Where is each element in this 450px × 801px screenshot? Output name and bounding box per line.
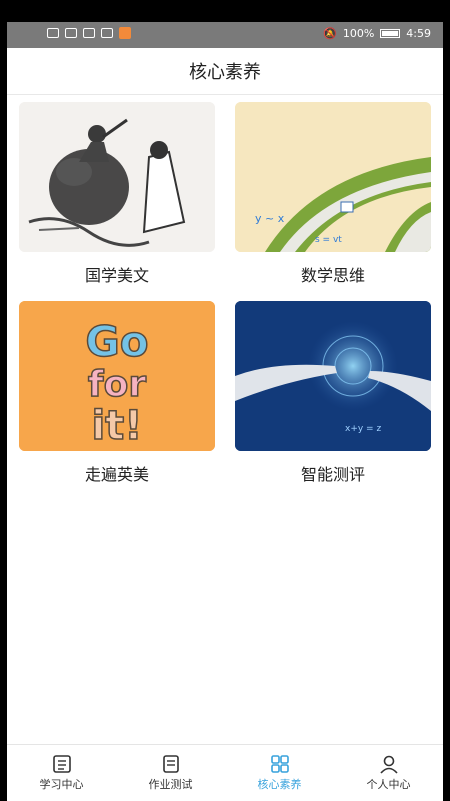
tab-core-literacy[interactable]: 核心素养 xyxy=(225,745,334,801)
clock: 4:59 xyxy=(406,27,431,40)
module-card-assessment[interactable]: x+y = z 智能测评 xyxy=(235,301,431,485)
module-label: 数学思维 xyxy=(300,266,365,285)
wifi-icon xyxy=(65,28,77,38)
battery-percent: 100% xyxy=(342,27,375,40)
ink-painting-image xyxy=(19,102,215,252)
svg-text:it!: it! xyxy=(91,403,142,449)
module-label: 智能测评 xyxy=(300,465,365,484)
page-header: 核心素养 xyxy=(7,48,443,95)
touching-hands-image: x+y = z xyxy=(235,301,431,451)
math-road-image: y ~ x s = vt xyxy=(235,102,431,252)
module-card-english[interactable]: Go for it! 走遍英美 xyxy=(19,301,215,485)
document-icon xyxy=(162,755,179,773)
mute-icon: 🔕 xyxy=(323,27,337,40)
svg-text:s = vt: s = vt xyxy=(315,235,342,245)
tab-label: 核心素养 xyxy=(257,778,302,791)
svg-text:y ~ x: y ~ x xyxy=(255,212,285,225)
module-label: 走遍英美 xyxy=(84,465,149,484)
tab-personal-center[interactable]: 个人中心 xyxy=(334,745,443,801)
svg-text:x+y = z: x+y = z xyxy=(345,424,381,434)
book-icon xyxy=(52,755,71,773)
tab-label: 个人中心 xyxy=(366,778,411,791)
module-card-guoxue[interactable]: 国学美文 xyxy=(19,102,215,286)
hotspot-icon xyxy=(83,28,95,38)
grid-icon xyxy=(270,755,289,773)
go-for-it-image: Go for it! xyxy=(19,301,215,451)
sim-icon xyxy=(47,28,59,38)
status-bar: 🔕 100% 4:59 xyxy=(7,22,443,48)
svg-text:for: for xyxy=(88,364,146,405)
person-icon xyxy=(379,755,398,774)
tab-homework-test[interactable]: 作业测试 xyxy=(116,745,225,801)
bottom-tab-bar: 学习中心 作业测试 核心素养 个人中心 xyxy=(7,744,443,801)
notification-badge-icon xyxy=(119,27,131,39)
tab-study-center[interactable]: 学习中心 xyxy=(7,745,116,801)
tab-label: 学习中心 xyxy=(39,778,84,791)
app-screen: 🔕 100% 4:59 核心素养 国学美文 y ~ x s = vt 数学思维 … xyxy=(7,22,443,801)
status-right: 🔕 100% 4:59 xyxy=(323,27,431,40)
svg-text:Go: Go xyxy=(85,317,148,366)
tab-label: 作业测试 xyxy=(148,778,193,791)
page-title: 核心素养 xyxy=(189,62,261,83)
status-left-icons xyxy=(47,27,131,39)
app-icon xyxy=(101,28,113,38)
module-card-math[interactable]: y ~ x s = vt 数学思维 xyxy=(235,102,431,286)
battery-icon xyxy=(380,29,401,38)
module-label: 国学美文 xyxy=(84,266,149,285)
